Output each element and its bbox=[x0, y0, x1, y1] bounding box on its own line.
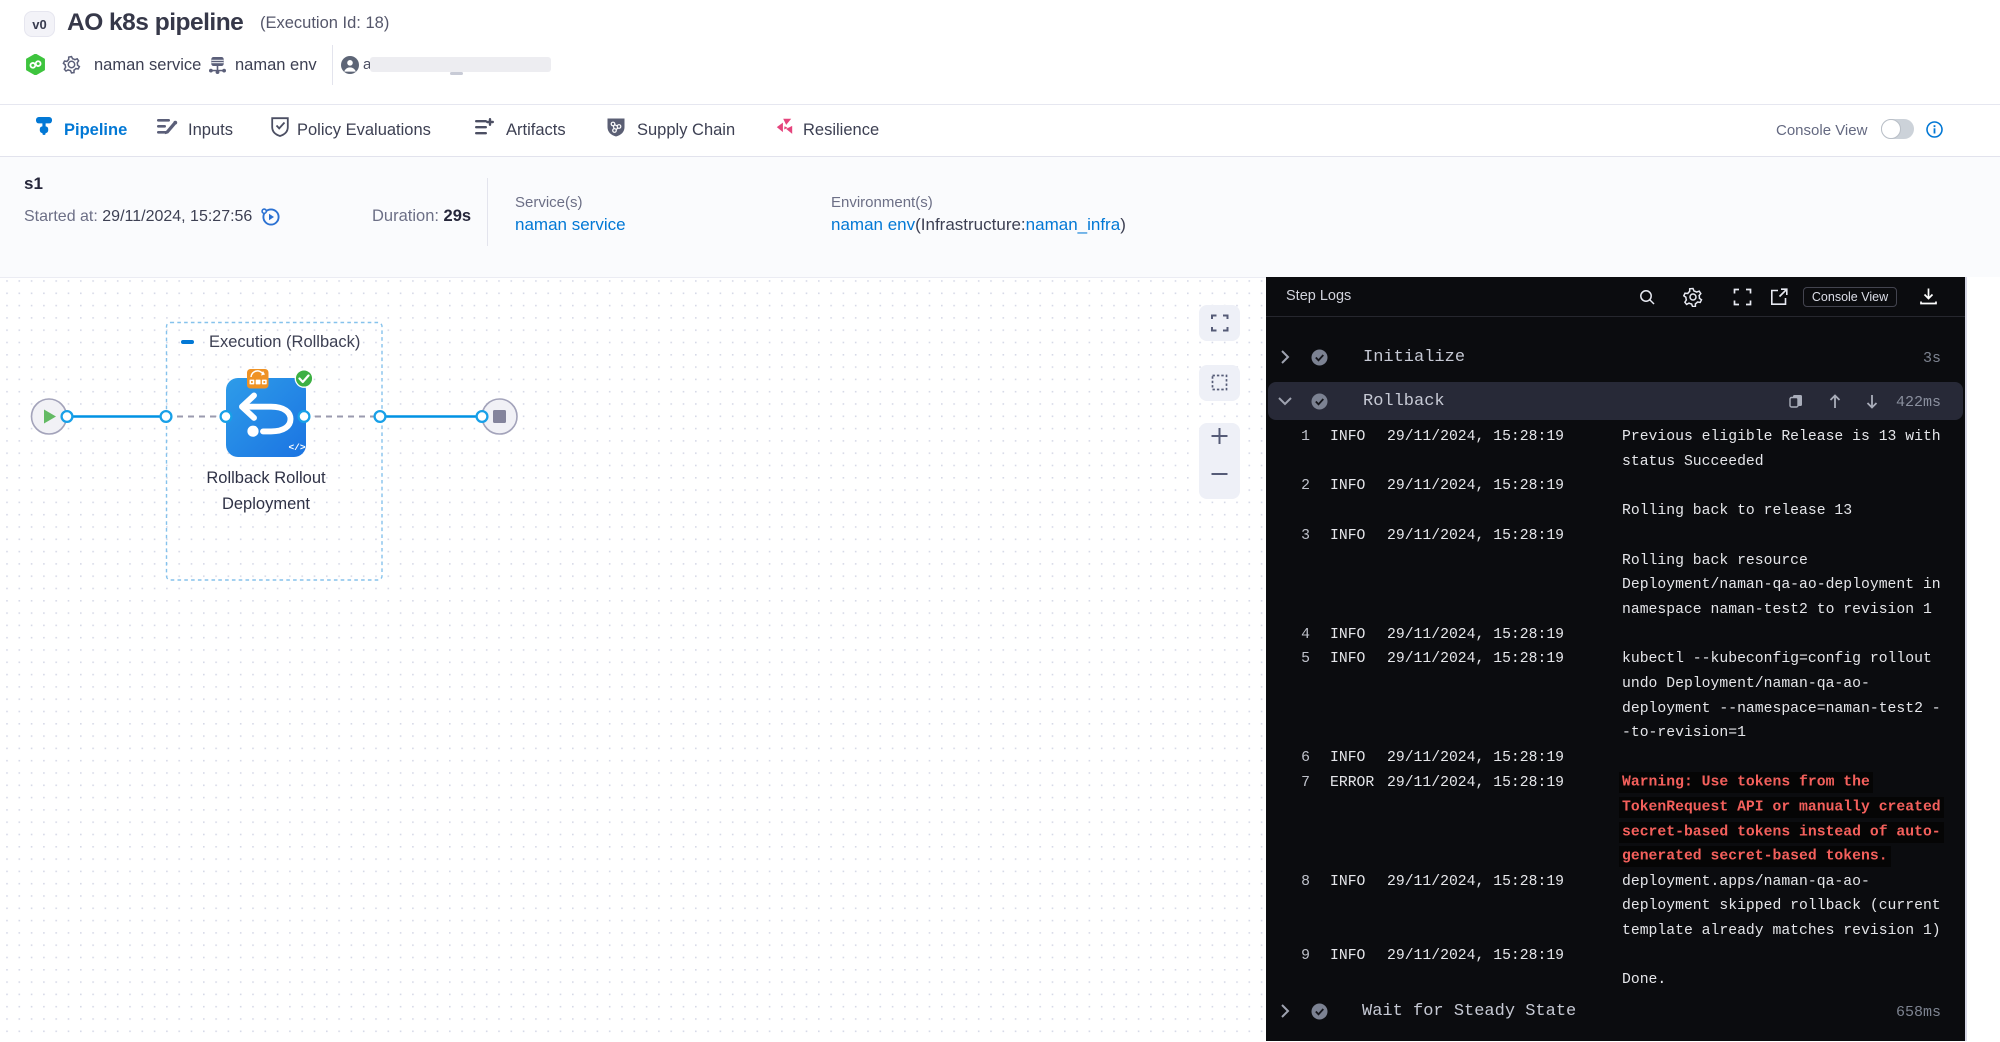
svg-text:</>: </> bbox=[288, 442, 305, 453]
